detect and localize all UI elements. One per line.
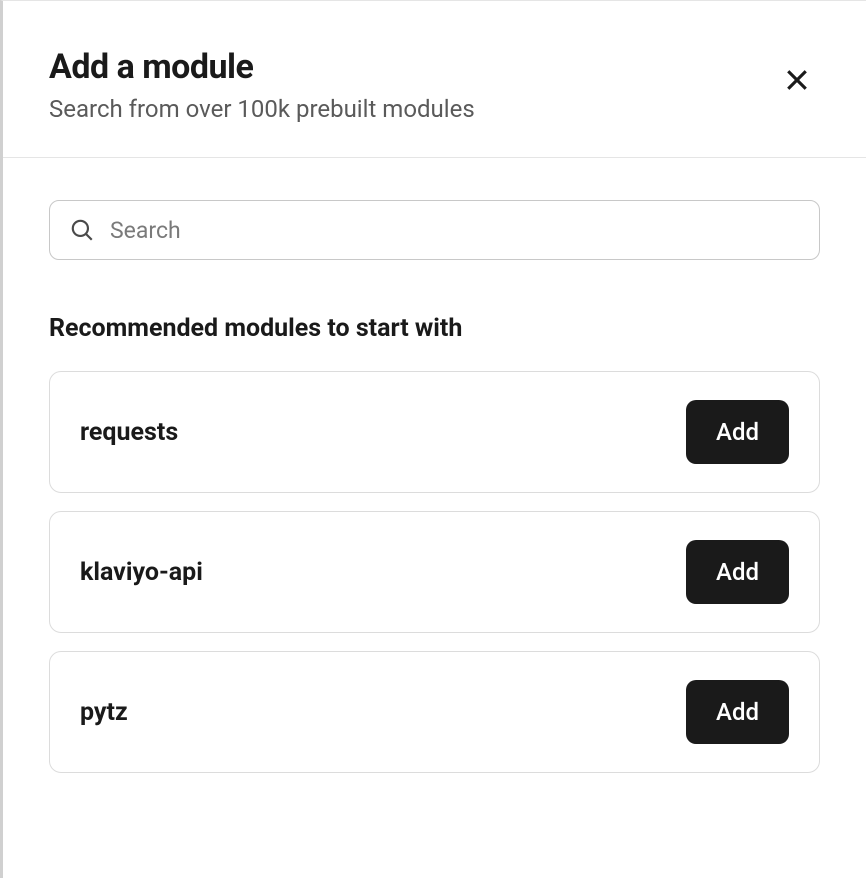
modal-body: Recommended modules to start with reques… [3, 158, 866, 773]
module-name: requests [80, 418, 178, 447]
close-button[interactable] [774, 57, 820, 106]
module-card: pytz Add [49, 651, 820, 773]
module-card: requests Add [49, 371, 820, 493]
module-list: requests Add klaviyo-api Add pytz Add [49, 371, 820, 773]
modal-subtitle: Search from over 100k prebuilt modules [49, 95, 475, 123]
search-wrapper [49, 200, 820, 260]
add-button[interactable]: Add [686, 680, 789, 744]
module-name: pytz [80, 698, 128, 727]
modal-title: Add a module [49, 47, 475, 87]
recommended-heading: Recommended modules to start with [49, 314, 820, 343]
add-button[interactable]: Add [686, 540, 789, 604]
modal-header: Add a module Search from over 100k prebu… [3, 1, 866, 158]
module-name: klaviyo-api [80, 558, 203, 587]
module-card: klaviyo-api Add [49, 511, 820, 633]
add-button[interactable]: Add [686, 400, 789, 464]
search-input[interactable] [49, 200, 820, 260]
close-icon [782, 65, 812, 98]
modal-header-text: Add a module Search from over 100k prebu… [49, 47, 475, 123]
